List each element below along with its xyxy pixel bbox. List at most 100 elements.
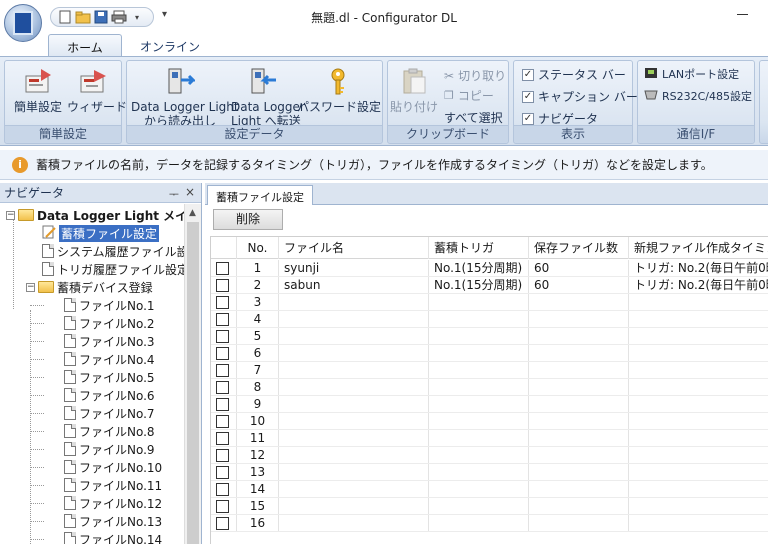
cell-new-file-timing[interactable]	[629, 396, 768, 413]
cut-button[interactable]: ✂ 切り取り	[444, 67, 506, 84]
cell-new-file-timing[interactable]	[629, 311, 768, 328]
header-file-count[interactable]: 保存ファイル数	[529, 237, 629, 259]
wizard-button[interactable]: ウィザード	[67, 67, 127, 114]
cell-file-name[interactable]	[279, 481, 429, 498]
cell-file-count[interactable]	[529, 311, 629, 328]
rs-port-button[interactable]: RS232C/485設定	[644, 88, 752, 104]
app-menu-button[interactable]	[4, 4, 42, 42]
cell-file-name[interactable]	[279, 396, 429, 413]
cell-file-name[interactable]	[279, 311, 429, 328]
table-row[interactable]: 9	[211, 396, 768, 413]
cell-new-file-timing[interactable]: トリガ: No.2(毎日午前0時)	[629, 260, 768, 277]
select-all-button[interactable]: すべて選択	[444, 109, 503, 126]
caption-bar-toggle[interactable]: ✓ キャプション バー	[522, 88, 638, 105]
delete-button[interactable]: 削除	[213, 209, 283, 230]
cell-file-name[interactable]	[279, 464, 429, 481]
tree-item-system-history[interactable]: システム履歴ファイル設定	[42, 242, 184, 260]
cell-storage-trigger[interactable]	[429, 379, 529, 396]
cell-no[interactable]: 4	[237, 311, 279, 328]
cell-storage-trigger[interactable]	[429, 413, 529, 430]
cell-no[interactable]: 16	[237, 515, 279, 532]
minimize-button[interactable]	[732, 4, 754, 24]
cell-no[interactable]: 14	[237, 481, 279, 498]
tree-item-trigger-history[interactable]: トリガ履歴ファイル設定	[42, 260, 184, 278]
scroll-up-icon[interactable]: ▲	[189, 208, 196, 218]
cell-storage-trigger[interactable]: No.1(15分周期)	[429, 260, 529, 277]
cell-file-count[interactable]	[529, 447, 629, 464]
cell-no[interactable]: 3	[237, 294, 279, 311]
navigator-checkbox[interactable]: ✓	[522, 112, 534, 125]
tab-home[interactable]: ホーム(H)	[48, 34, 122, 70]
lan-port-button[interactable]: LANポート設定	[644, 66, 739, 82]
table-row[interactable]: 16	[211, 515, 768, 532]
cell-new-file-timing[interactable]	[629, 447, 768, 464]
cell-file-name[interactable]	[279, 362, 429, 379]
cell-file-count[interactable]	[529, 379, 629, 396]
cell-no[interactable]: 2	[237, 277, 279, 294]
tree-item-device-register[interactable]: − 蓄積デバイス登録	[26, 278, 153, 296]
table-row[interactable]: 5	[211, 328, 768, 345]
table-row[interactable]: 4	[211, 311, 768, 328]
cell-file-name[interactable]	[279, 413, 429, 430]
table-row[interactable]: 13	[211, 464, 768, 481]
cell-storage-trigger[interactable]	[429, 294, 529, 311]
table-row[interactable]: 14	[211, 481, 768, 498]
copy-button[interactable]: ❐ コピー	[444, 87, 494, 104]
header-file-name[interactable]: ファイル名	[279, 237, 429, 259]
header-new-file-timing[interactable]: 新規ファイル作成タイミング	[629, 237, 768, 259]
cell-file-count[interactable]: 60	[529, 260, 629, 277]
cell-storage-trigger[interactable]	[429, 447, 529, 464]
cell-file-count[interactable]	[529, 396, 629, 413]
header-no[interactable]: No.	[237, 237, 279, 259]
table-row[interactable]: 2 sabun No.1(15分周期) 60 トリガ: No.2(毎日午前0時)	[211, 277, 768, 294]
cell-new-file-timing[interactable]: トリガ: No.2(毎日午前0時)	[629, 277, 768, 294]
cell-no[interactable]: 12	[237, 447, 279, 464]
pin-icon[interactable]: ᅮ	[169, 186, 179, 202]
table-row[interactable]: 8	[211, 379, 768, 396]
cell-file-count[interactable]	[529, 430, 629, 447]
cell-file-count[interactable]	[529, 413, 629, 430]
cell-file-name[interactable]	[279, 498, 429, 515]
cell-no[interactable]: 1	[237, 260, 279, 277]
table-row[interactable]: 1 syunji No.1(15分周期) 60 トリガ: No.2(毎日午前0時)	[211, 260, 768, 277]
cell-file-count[interactable]	[529, 345, 629, 362]
navigator-scrollbar[interactable]: ▲	[184, 204, 201, 544]
caption-bar-checkbox[interactable]: ✓	[522, 90, 534, 103]
table-row[interactable]: 15	[211, 498, 768, 515]
cell-no[interactable]: 10	[237, 413, 279, 430]
close-icon[interactable]: ×	[185, 185, 195, 199]
cell-no[interactable]: 5	[237, 328, 279, 345]
table-row[interactable]: 12	[211, 447, 768, 464]
table-row[interactable]: 3	[211, 294, 768, 311]
cell-storage-trigger[interactable]	[429, 362, 529, 379]
cell-new-file-timing[interactable]	[629, 362, 768, 379]
header-storage-trigger[interactable]: 蓄積トリガ	[429, 237, 529, 259]
cell-new-file-timing[interactable]	[629, 413, 768, 430]
cell-storage-trigger[interactable]	[429, 328, 529, 345]
status-bar-checkbox[interactable]: ✓	[522, 68, 534, 81]
table-row[interactable]: 10	[211, 413, 768, 430]
cell-new-file-timing[interactable]	[629, 328, 768, 345]
tree-item-file[interactable]: ファイルNo.3	[64, 332, 155, 350]
tree-item-file[interactable]: ファイルNo.8	[64, 422, 155, 440]
cell-no[interactable]: 8	[237, 379, 279, 396]
tree-root[interactable]: − Data Logger Light メイン設	[6, 206, 184, 224]
paste-button[interactable]: 貼り付け	[390, 67, 438, 114]
cell-no[interactable]: 6	[237, 345, 279, 362]
table-row[interactable]: 11	[211, 430, 768, 447]
cell-storage-trigger[interactable]	[429, 515, 529, 532]
transfer-to-logger-button[interactable]: Data Logger Light へ転送	[231, 67, 305, 128]
tree-item-file[interactable]: ファイルNo.9	[64, 440, 155, 458]
cell-storage-trigger[interactable]: No.1(15分周期)	[429, 277, 529, 294]
tree-item-file[interactable]: ファイルNo.6	[64, 386, 155, 404]
tree-item-file[interactable]: ファイルNo.12	[64, 494, 162, 512]
cell-file-name[interactable]	[279, 345, 429, 362]
tree-item-file[interactable]: ファイルNo.1	[64, 296, 155, 314]
tab-storage-file-setting[interactable]: 蓄積ファイル設定	[207, 185, 313, 205]
cell-new-file-timing[interactable]	[629, 481, 768, 498]
cell-file-count[interactable]	[529, 294, 629, 311]
cell-no[interactable]: 15	[237, 498, 279, 515]
cell-storage-trigger[interactable]	[429, 345, 529, 362]
tree-item-file[interactable]: ファイルNo.5	[64, 368, 155, 386]
tree-item-file[interactable]: ファイルNo.2	[64, 314, 155, 332]
